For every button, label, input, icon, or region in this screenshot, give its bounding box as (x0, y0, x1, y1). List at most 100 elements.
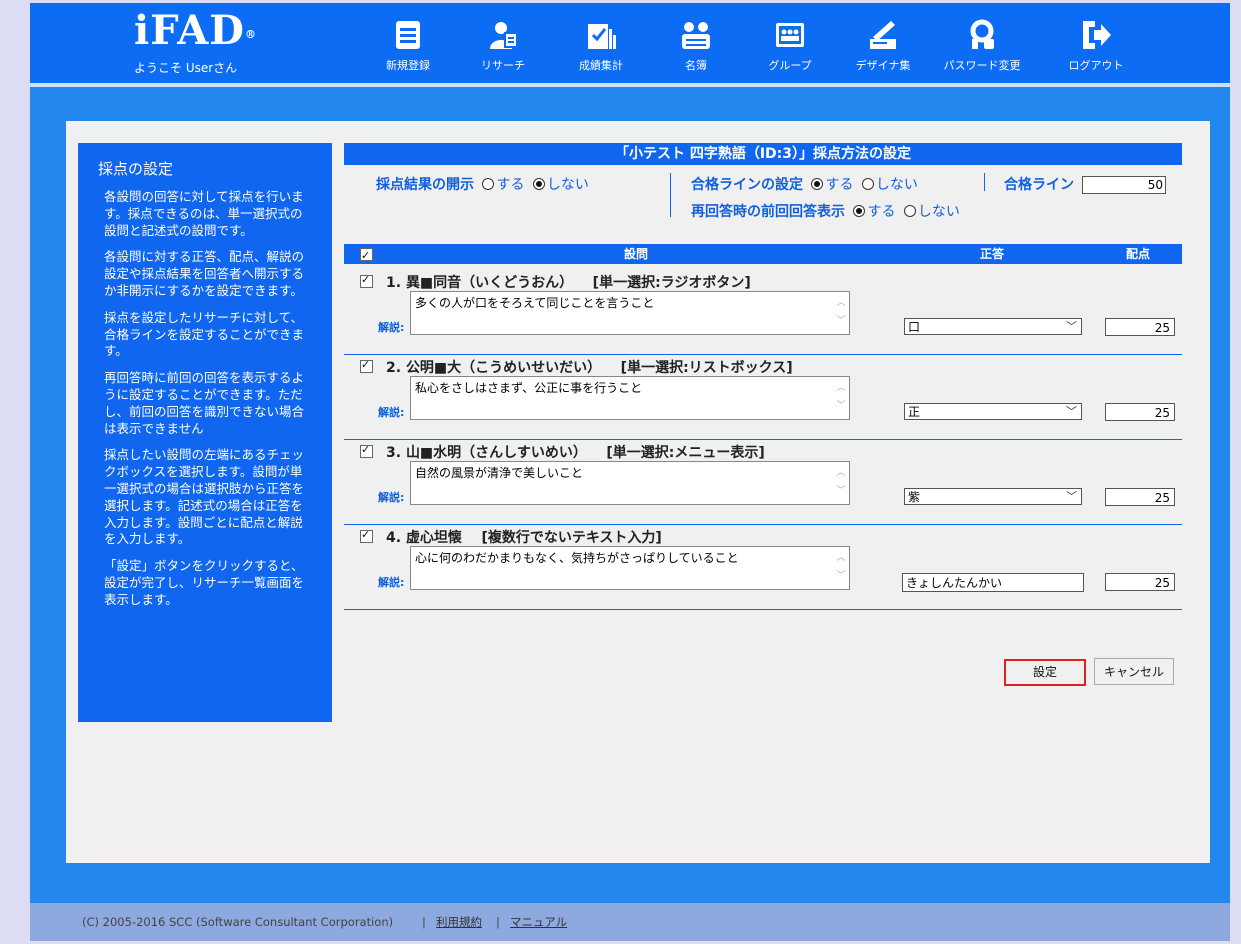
research-icon (490, 22, 518, 49)
nav-logout[interactable]: ログアウト (1050, 19, 1142, 73)
submit-button[interactable]: 設定 (1004, 659, 1086, 686)
question-type: [単一選択:リストボックス] (620, 360, 793, 376)
header-divider (30, 83, 1230, 87)
pass-line-label: 合格ライン (1004, 174, 1074, 194)
question-checkbox[interactable] (360, 443, 373, 458)
disclose-yes-radio[interactable] (482, 178, 495, 190)
answer-select[interactable]: 紫 ﹀ (904, 488, 1082, 505)
password-icon (970, 19, 994, 49)
points-input[interactable]: 25 (1105, 318, 1175, 336)
pass-line-label-text: 合格ライン (1004, 177, 1074, 193)
nav-designer[interactable]: デザイナ集 (837, 19, 929, 73)
explanation-textarea[interactable]: 心に何のわだかまりもなく、気持ちがさっぱりしていること ︿ ﹀ (410, 546, 850, 590)
answer-select[interactable]: 正 ﹀ (904, 403, 1082, 420)
previous-answer-setting: 再回答時の前回回答表示 する しない (691, 201, 960, 221)
disclose-no-label: しない (546, 177, 589, 193)
results-icon (588, 24, 616, 49)
question-number: 1. (386, 275, 402, 291)
nav-label: ログアウト (1068, 59, 1124, 72)
nav-label: グループ (768, 59, 812, 72)
col-answer: 正答 (980, 247, 1005, 261)
nav-password[interactable]: パスワード変更 (936, 19, 1028, 73)
help-sidebar: 採点の設定 各設問の回答に対して採点を行います。採点できるのは、単一選択式の設問… (78, 143, 332, 722)
sidebar-body: 各設問の回答に対して採点を行います。採点できるのは、単一選択式の設問と記述式の設… (104, 189, 314, 619)
header-bar: iFAD® ようこそ Userさん 新規登録 リサーチ 成績集計 名簿 グループ… (30, 3, 1230, 83)
question-checkbox[interactable] (360, 528, 373, 543)
divider (670, 173, 671, 217)
nav-roster[interactable]: 名簿 (650, 19, 742, 73)
page-frame: iFAD® ようこそ Userさん 新規登録 リサーチ 成績集計 名簿 グループ… (30, 3, 1230, 941)
question-title: 2. 公明■大（こうめいせいだい） [単一選択:リストボックス] (386, 357, 793, 377)
pass-yes-radio[interactable] (811, 178, 824, 190)
nav-results[interactable]: 成績集計 (555, 19, 647, 73)
question-title: 3. 山■水明（さんしすいめい） [単一選択:メニュー表示] (386, 442, 765, 462)
explanation-textarea[interactable]: 私心をさしはさまず、公正に事を行うこと ︿ ﹀ (410, 376, 850, 420)
disclose-yes-label: する (496, 177, 525, 193)
previous-yes-label: する (867, 204, 896, 220)
pass-no-radio[interactable] (861, 178, 874, 190)
question-row: 2. 公明■大（こうめいせいだい） [単一選択:リストボックス] 解説: 私心を… (344, 354, 1182, 440)
answer-select[interactable]: 口 ﹀ (904, 318, 1082, 335)
question-type: [複数行でないテキスト入力] (481, 530, 662, 546)
cancel-button[interactable]: キャンセル (1094, 658, 1174, 685)
disclose-setting: 採点結果の開示 する しない (376, 174, 589, 194)
chevron-down-icon: ﹀ (1066, 320, 1077, 333)
footer-separator: | (422, 915, 426, 929)
pass-line-input[interactable]: 50 (1082, 176, 1166, 194)
manual-link[interactable]: マニュアル (510, 903, 567, 941)
question-number: 3. (386, 445, 402, 461)
answer-text-input[interactable]: きょしんたんかい (902, 573, 1084, 592)
explanation-text: 自然の風景が清浄で美しいこと (415, 466, 584, 480)
divider (984, 173, 985, 191)
new-registration-icon (396, 21, 420, 49)
previous-yes-radio[interactable] (853, 205, 866, 217)
sidebar-paragraph: 再回答時に前回の回答を表示するように設定することができます。ただし、前回の回答を… (104, 370, 305, 436)
form-title: 「小テスト 四字熟語（ID:3）」採点方法の設定 (344, 143, 1182, 165)
points-input[interactable]: 25 (1105, 573, 1175, 591)
explanation-text: 多くの人が口をそろえて同じことを言うこと (415, 296, 655, 310)
question-row: 4. 虚心坦懐 [複数行でないテキスト入力] 解説: 心に何のわだかまりもなく、… (344, 524, 1182, 610)
disclose-no-radio[interactable] (532, 178, 545, 190)
sidebar-paragraph: 「設定」ボタンをクリックすると、設定が完了し、リサーチ一覧画面を表示します。 (104, 558, 305, 607)
points-input[interactable]: 25 (1105, 403, 1175, 421)
roster-icon (682, 22, 710, 49)
answer-value: 正 (908, 405, 921, 419)
nav-research[interactable]: リサーチ (457, 19, 549, 73)
chevron-down-icon: ﹀ (1066, 490, 1077, 503)
textarea-scroll-arrows[interactable]: ︿ ﹀ (835, 379, 847, 417)
select-all-checkbox[interactable] (360, 246, 373, 266)
explanation-textarea[interactable]: 自然の風景が清浄で美しいこと ︿ ﹀ (410, 461, 850, 505)
question-text: 公明■大（こうめいせいだい） (405, 360, 602, 376)
textarea-scroll-arrows[interactable]: ︿ ﹀ (835, 549, 847, 587)
question-row: 1. 異■同音（いくどうおん） [単一選択:ラジオボタン] 解説: 多くの人が口… (344, 269, 1182, 355)
sidebar-paragraph: 採点を設定したリサーチに対して、合格ラインを設定することができます。 (104, 309, 305, 359)
question-title: 1. 異■同音（いくどうおん） [単一選択:ラジオボタン] (386, 272, 751, 292)
terms-link[interactable]: 利用規約 (436, 903, 482, 941)
question-checkbox[interactable] (360, 273, 373, 288)
textarea-scroll-arrows[interactable]: ︿ ﹀ (835, 294, 847, 332)
nav-label: 名簿 (685, 59, 707, 72)
explanation-textarea[interactable]: 多くの人が口をそろえて同じことを言うこと ︿ ﹀ (410, 291, 850, 335)
nav-group[interactable]: グループ (744, 19, 836, 73)
nav-new-registration[interactable]: 新規登録 (362, 19, 454, 73)
question-row: 3. 山■水明（さんしすいめい） [単一選択:メニュー表示] 解説: 自然の風景… (344, 439, 1182, 525)
previous-label: 再回答時の前回回答表示 (691, 204, 845, 220)
previous-no-radio[interactable] (903, 205, 916, 217)
question-title: 4. 虚心坦懐 [複数行でないテキスト入力] (386, 527, 662, 547)
question-checkbox[interactable] (360, 358, 373, 373)
sidebar-title: 採点の設定 (98, 160, 174, 178)
question-type: [単一選択:ラジオボタン] (592, 275, 751, 291)
points-input[interactable]: 25 (1105, 488, 1175, 506)
explanation-label: 解説: (378, 491, 405, 504)
question-text: 異■同音（いくどうおん） (405, 275, 574, 291)
nav-label: 成績集計 (579, 59, 623, 72)
footer: (C) 2005-2016 SCC (Software Consultant C… (30, 903, 1230, 941)
sidebar-paragraph: 採点したい設問の左端にあるチェックボックスを選択します。設問が単一選択式の場合は… (104, 447, 305, 547)
explanation-label: 解説: (378, 576, 405, 589)
app-logo[interactable]: iFAD® (134, 9, 257, 53)
explanation-text: 心に何のわだかまりもなく、気持ちがさっぱりしていること (415, 551, 739, 565)
nav-label: リサーチ (481, 59, 525, 72)
textarea-scroll-arrows[interactable]: ︿ ﹀ (835, 464, 847, 502)
copyright: (C) 2005-2016 SCC (Software Consultant C… (82, 915, 394, 929)
question-type: [単一選択:メニュー表示] (606, 445, 765, 461)
